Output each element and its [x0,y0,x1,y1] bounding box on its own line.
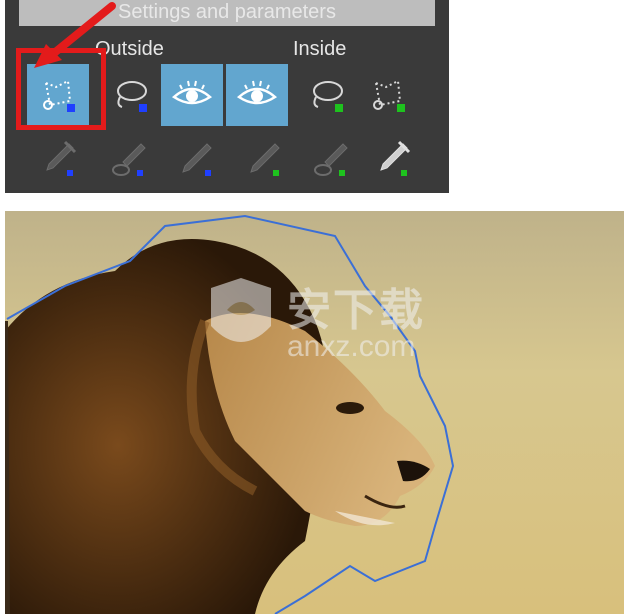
watermark-url: anxz.com [287,330,416,363]
outside-marker-dot [139,104,147,112]
inside-visibility-tool[interactable] [226,64,288,126]
lion-photo: 安下载 anxz.com [5,211,624,614]
watermark-title: 安下载 [287,286,425,335]
inside-freehand-lasso-tool[interactable] [295,64,357,126]
settings-panel: Settings and parameters Outside Inside [5,0,449,193]
outside-soft-brush-tool[interactable] [105,134,153,182]
outside-marker-dot [137,170,143,176]
inside-marker-dot [339,170,345,176]
dropper-brush-icon [380,140,411,171]
pencil-icon [182,143,212,173]
highlight-box [16,48,106,130]
eye-icon [171,80,213,105]
inside-polygon-lasso-tool[interactable] [357,64,419,126]
inside-marker-dot [273,170,279,176]
outside-marker-dot [205,170,211,176]
outside-freehand-lasso-tool[interactable] [99,64,161,126]
settings-header[interactable]: Settings and parameters [19,0,435,26]
inside-soft-brush-tool[interactable] [307,134,355,182]
inside-marker-dot [401,170,407,176]
inside-pencil-tool[interactable] [241,134,289,182]
inside-marker-dot [335,104,343,112]
inside-restore-brush-tool[interactable] [369,134,417,182]
eye-icon [236,80,278,105]
watermark-shield-icon [211,278,271,342]
dropper-brush-icon [46,140,77,171]
outside-pencil-tool[interactable] [173,134,221,182]
watermark: 安下载 anxz.com [205,266,445,376]
outside-marker-dot [67,170,73,176]
brush-icon [314,143,348,176]
inside-section-label: Inside [293,38,347,60]
inside-marker-dot [397,104,405,112]
outside-restore-brush-tool[interactable] [35,134,83,182]
brush-icon [112,143,146,176]
pencil-icon [250,143,280,173]
outside-visibility-tool[interactable] [161,64,223,126]
